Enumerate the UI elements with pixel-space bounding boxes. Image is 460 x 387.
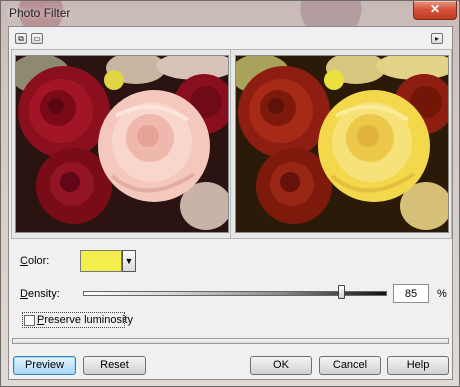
title-bar[interactable]: Photo Filter ✕	[1, 1, 460, 25]
original-roses-image	[16, 56, 228, 232]
preserve-luminosity-label[interactable]: Preserve luminosity	[37, 314, 133, 326]
dialog-body: ⧉ ▭ ▸ Color: ▼ Density: 85 % Preserve lu…	[8, 26, 453, 380]
density-input[interactable]	[393, 284, 429, 303]
before-preview[interactable]	[15, 55, 229, 233]
cancel-button[interactable]: Cancel	[319, 356, 381, 375]
ok-button[interactable]: OK	[250, 356, 312, 375]
progress-bar	[12, 338, 449, 344]
reset-button[interactable]: Reset	[83, 356, 146, 375]
color-dropdown-button[interactable]: ▼	[122, 250, 136, 272]
color-swatch[interactable]	[80, 250, 122, 272]
single-view-icon[interactable]: ▭	[31, 33, 43, 44]
filtered-roses-image	[236, 56, 448, 232]
close-icon: ✕	[429, 2, 441, 16]
dialog-window: Photo Filter ✕ ⧉ ▭ ▸ Color: ▼ Density: 8…	[0, 0, 460, 387]
close-button[interactable]: ✕	[413, 1, 457, 20]
density-slider-thumb[interactable]	[338, 285, 346, 299]
color-label: Color:	[20, 255, 50, 267]
after-preview[interactable]	[235, 55, 449, 233]
split-view-icon[interactable]: ⧉	[15, 33, 27, 44]
density-unit: %	[437, 288, 447, 300]
preserve-luminosity-checkbox[interactable]	[24, 315, 35, 326]
density-label: Density:	[20, 288, 60, 300]
expand-arrow-icon[interactable]: ▸	[431, 33, 443, 44]
help-button[interactable]: Help	[387, 356, 449, 375]
preview-button[interactable]: Preview	[13, 356, 76, 375]
dialog-title: Photo Filter	[9, 6, 71, 20]
chevron-down-icon: ▼	[124, 256, 134, 266]
